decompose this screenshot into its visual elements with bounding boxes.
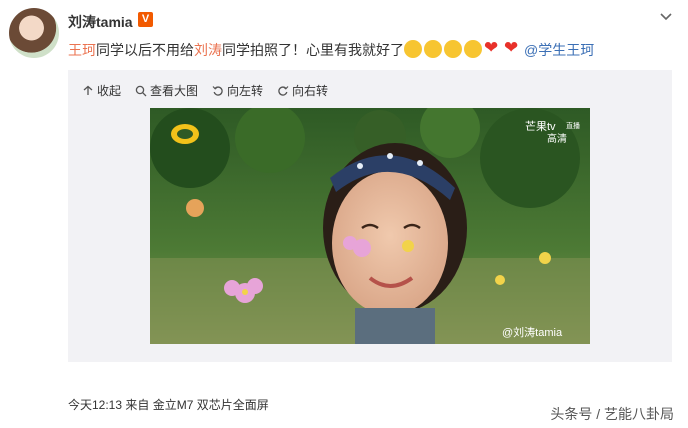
avatar[interactable]: [9, 8, 59, 58]
user-link[interactable]: @学生王珂: [524, 42, 594, 58]
tv-live-label: 直播: [566, 121, 580, 130]
view-large-label: 查看大图: [150, 84, 199, 98]
mention-link[interactable]: 王珂: [68, 42, 96, 58]
rotate-right-button[interactable]: 向右转: [277, 82, 328, 99]
cry-laugh-icon: [404, 40, 422, 58]
tv-hd-label: 高清: [547, 132, 567, 145]
image-toolbar: 收起 查看大图 向左转 向右转: [82, 82, 328, 99]
cry-laugh-icon: [424, 40, 442, 58]
heart-icon: [484, 38, 502, 58]
photo-watermark: @刘涛tamia: [502, 325, 563, 339]
post-text: 王珂同学以后不用给刘涛同学拍照了！心里有我就好了 @学生王珂: [68, 38, 594, 60]
corner-watermark: 头条号 / 艺能八卦局: [550, 406, 674, 422]
view-large-button[interactable]: 查看大图: [135, 82, 198, 99]
mention-link[interactable]: 刘涛: [194, 42, 222, 58]
rotate-left-button[interactable]: 向左转: [212, 82, 263, 99]
post-time-source: 今天12:13 来自 金立M7 双芯片全面屏: [68, 398, 269, 412]
author-name[interactable]: 刘涛tamia: [68, 12, 133, 32]
tv-logo: 芒果tv: [525, 120, 556, 133]
arrow-up-icon: [83, 85, 93, 95]
rotate-right-icon: [278, 85, 289, 96]
verified-badge-icon: V: [138, 12, 153, 27]
blush-icon: [464, 40, 482, 58]
chevron-down-icon[interactable]: [658, 8, 674, 24]
collapse-button[interactable]: 收起: [82, 82, 121, 99]
photo-illustration: 芒果tv 直播 高清 @刘涛tamia: [150, 108, 590, 344]
post-text-part: 同学拍照了！心里有我就好了: [222, 42, 404, 58]
smile-icon: [444, 40, 462, 58]
post-photo[interactable]: 芒果tv 直播 高清 @刘涛tamia: [150, 108, 590, 344]
rotate-right-label: 向右转: [292, 84, 329, 98]
post-text-part: 同学以后不用给: [96, 42, 194, 58]
collapse-label: 收起: [97, 84, 122, 98]
heart-icon: [504, 38, 522, 58]
rotate-left-label: 向左转: [227, 84, 264, 98]
rotate-left-icon: [212, 85, 223, 96]
search-icon: [135, 85, 147, 96]
